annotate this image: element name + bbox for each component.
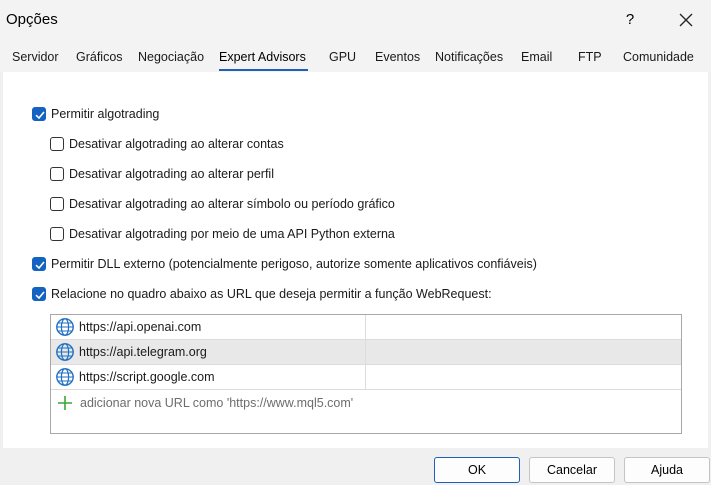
disable-on-account-option[interactable]: Desativar algotrading ao alterar contas bbox=[50, 137, 284, 151]
tab-bar: Servidor Gráficos Negociação Expert Advi… bbox=[0, 40, 711, 72]
plus-icon bbox=[58, 395, 72, 410]
url-list-row[interactable]: https://api.telegram.org bbox=[51, 340, 681, 365]
disable-python-api-option[interactable]: Desativar algotrading por meio de uma AP… bbox=[50, 227, 395, 241]
tab-email[interactable]: Email bbox=[521, 50, 552, 64]
active-tab-indicator bbox=[219, 69, 308, 71]
disable-on-symbol-checkbox[interactable] bbox=[50, 197, 64, 211]
disable-on-account-checkbox[interactable] bbox=[50, 137, 64, 151]
cancel-button[interactable]: Cancelar bbox=[529, 457, 615, 483]
allow-webrequest-label: Relacione no quadro abaixo as URL que de… bbox=[51, 287, 492, 301]
ok-button[interactable]: OK bbox=[434, 457, 520, 483]
tab-comunidade[interactable]: Comunidade bbox=[623, 50, 694, 64]
disable-on-symbol-option[interactable]: Desativar algotrading ao alterar símbolo… bbox=[50, 197, 395, 211]
tab-notificacoes[interactable]: Notificações bbox=[435, 50, 503, 64]
url-list[interactable]: https://api.openai.com https://api.teleg… bbox=[50, 314, 682, 434]
disable-on-profile-label: Desativar algotrading ao alterar perfil bbox=[69, 167, 274, 181]
disable-on-profile-option[interactable]: Desativar algotrading ao alterar perfil bbox=[50, 167, 274, 181]
globe-icon bbox=[56, 318, 74, 336]
add-url-placeholder: adicionar nova URL como 'https://www.mql… bbox=[80, 395, 354, 410]
tab-gpu[interactable]: GPU bbox=[329, 50, 356, 64]
tab-negociacao[interactable]: Negociação bbox=[138, 50, 204, 64]
disable-on-symbol-label: Desativar algotrading ao alterar símbolo… bbox=[69, 197, 395, 211]
add-url-row[interactable]: adicionar nova URL como 'https://www.mql… bbox=[51, 390, 681, 415]
disable-python-api-label: Desativar algotrading por meio de uma AP… bbox=[69, 227, 395, 241]
help-button[interactable]: Ajuda bbox=[624, 457, 710, 483]
allow-dll-checkbox[interactable] bbox=[32, 257, 46, 271]
tab-eventos[interactable]: Eventos bbox=[375, 50, 420, 64]
url-text: https://api.openai.com bbox=[79, 320, 202, 334]
tab-ftp[interactable]: FTP bbox=[578, 50, 602, 64]
url-text: https://script.google.com bbox=[79, 370, 215, 384]
allow-dll-label: Permitir DLL externo (potencialmente per… bbox=[51, 257, 537, 271]
allow-algotrading-option[interactable]: Permitir algotrading bbox=[32, 107, 159, 121]
tab-servidor[interactable]: Servidor bbox=[12, 50, 59, 64]
url-text: https://api.telegram.org bbox=[79, 345, 207, 359]
title-bar: Opções ? bbox=[0, 0, 711, 40]
allow-algotrading-checkbox[interactable] bbox=[32, 107, 46, 121]
disable-on-account-label: Desativar algotrading ao alterar contas bbox=[69, 137, 284, 151]
disable-python-api-checkbox[interactable] bbox=[50, 227, 64, 241]
close-icon[interactable] bbox=[672, 8, 700, 32]
allow-webrequest-option[interactable]: Relacione no quadro abaixo as URL que de… bbox=[32, 287, 492, 301]
allow-algotrading-label: Permitir algotrading bbox=[51, 107, 160, 121]
tab-expert-advisors[interactable]: Expert Advisors bbox=[219, 50, 306, 64]
url-list-row[interactable]: https://script.google.com bbox=[51, 365, 681, 390]
globe-icon bbox=[56, 343, 74, 361]
window-title: Opções bbox=[6, 11, 58, 28]
tab-graficos[interactable]: Gráficos bbox=[76, 50, 123, 64]
help-icon[interactable]: ? bbox=[617, 8, 643, 32]
globe-icon bbox=[56, 368, 74, 386]
disable-on-profile-checkbox[interactable] bbox=[50, 167, 64, 181]
url-list-row[interactable]: https://api.openai.com bbox=[51, 315, 681, 340]
allow-dll-option[interactable]: Permitir DLL externo (potencialmente per… bbox=[32, 257, 537, 271]
allow-webrequest-checkbox[interactable] bbox=[32, 287, 46, 301]
